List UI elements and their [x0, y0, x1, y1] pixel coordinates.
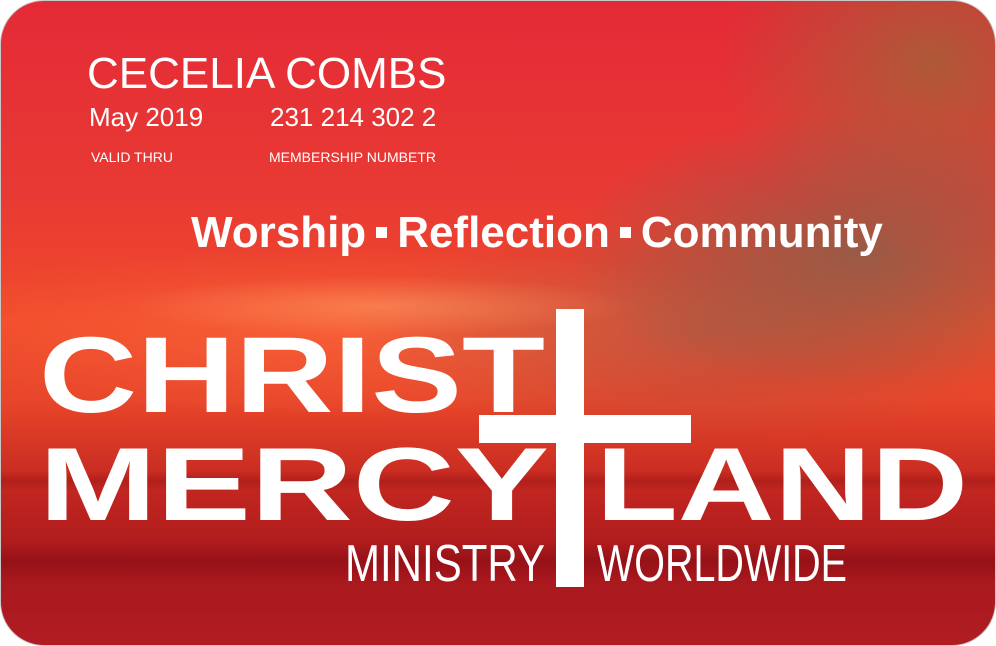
logo-line-worldwide: WORLDWIDE [597, 535, 847, 593]
logo-line-ministry: MINISTRY [345, 535, 545, 593]
membership-card: CECELIA COMBS May 2019 231 214 302 2 VAL… [0, 0, 996, 646]
logo-line-christ: CHRIST [39, 314, 545, 435]
ministry-logo: CHRIST MERCY LAND MINISTRY WORLDWIDE [39, 309, 968, 593]
logo-line-mercy: MERCY [39, 427, 549, 543]
logo-line-land: LAND [596, 427, 968, 543]
